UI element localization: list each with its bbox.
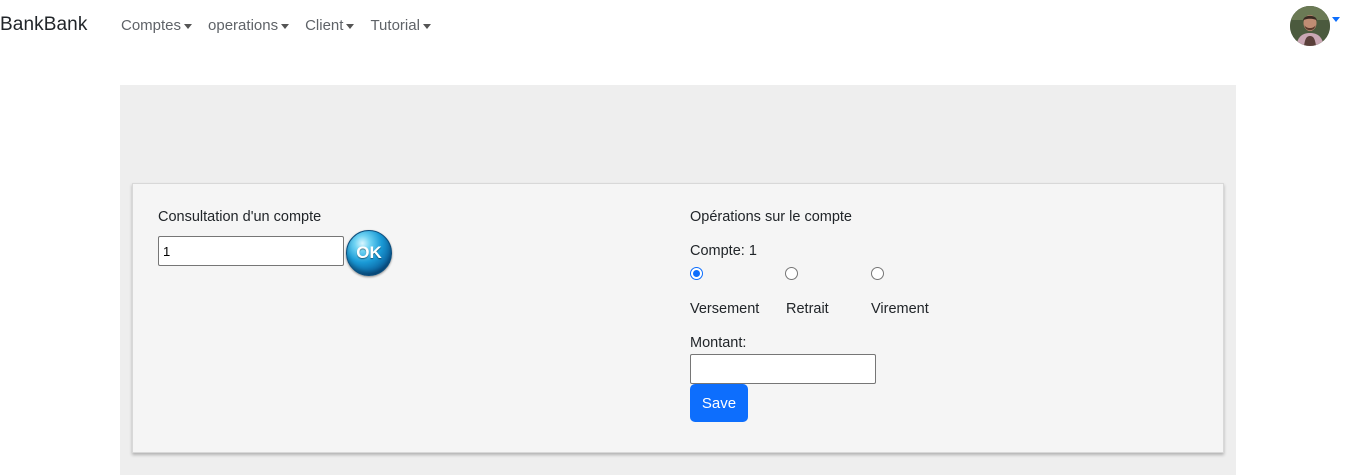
caret-down-icon [1332, 16, 1340, 22]
nav-dropdown-operations[interactable]: operations [208, 17, 290, 34]
ok-button-label: OK [356, 243, 382, 262]
brand-link[interactable]: BankBank [0, 14, 87, 36]
label-retrait: Retrait [786, 301, 829, 317]
radio-retrait[interactable] [785, 267, 798, 280]
label-versement: Versement [690, 301, 760, 317]
caret-down-icon [184, 24, 193, 29]
ok-button[interactable]: OK [346, 230, 392, 276]
operations-title: Opérations sur le compte [690, 209, 852, 225]
nav-label-operations: operations [208, 17, 279, 34]
user-menu[interactable] [1290, 6, 1340, 46]
avatar-photo-icon [1290, 6, 1330, 46]
consultation-title: Consultation d'un compte [158, 209, 322, 225]
nav-dropdown-comptes[interactable]: Comptes [121, 17, 193, 34]
nav-menu: Comptes operations Client Tutorial [121, 17, 447, 34]
account-line: Compte: 1 [690, 243, 757, 259]
account-card: Consultation d'un compte OK Opérations s… [132, 183, 1224, 453]
radio-virement[interactable] [871, 267, 884, 280]
account-number-input[interactable] [158, 236, 344, 266]
avatar[interactable] [1290, 6, 1330, 46]
amount-label: Montant: [690, 335, 747, 351]
caret-down-icon [422, 24, 431, 29]
caret-down-icon [346, 24, 355, 29]
label-virement: Virement [871, 301, 929, 317]
nav-dropdown-client[interactable]: Client [305, 17, 355, 34]
caret-down-icon [281, 24, 290, 29]
radio-versement[interactable] [690, 267, 703, 280]
nav-label-client: Client [305, 17, 344, 34]
amount-input[interactable] [690, 354, 876, 384]
save-button[interactable]: Save [690, 384, 748, 422]
nav-label-comptes: Comptes [121, 17, 182, 34]
nav-label-tutorial: Tutorial [370, 17, 420, 34]
navbar: BankBank Comptes operations Client Tutor… [0, 0, 1351, 54]
nav-dropdown-tutorial[interactable]: Tutorial [370, 17, 431, 34]
